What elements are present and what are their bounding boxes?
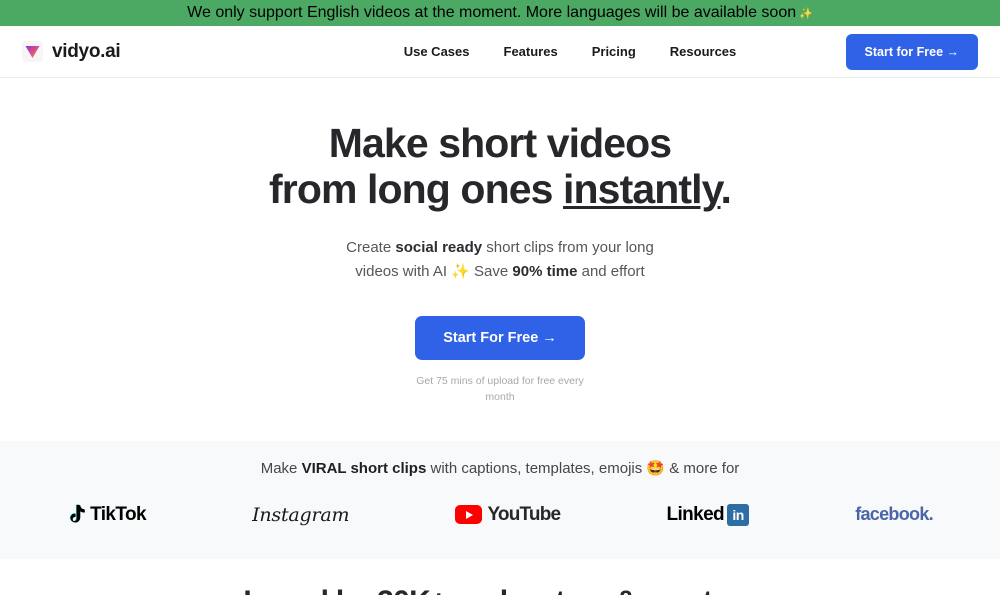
nav-item-pricing[interactable]: Pricing — [592, 44, 636, 59]
youtube-play-icon — [455, 505, 483, 525]
social-head-d: & more for — [665, 459, 740, 477]
linkedin-in-badge-icon: in — [727, 503, 750, 526]
hero-headline-line2-suffix: . — [720, 165, 731, 212]
brand-name: vidyo.ai — [52, 40, 121, 62]
hero-start-for-free-button[interactable]: Start For Free → — [415, 316, 585, 361]
hero-headline-line2-prefix: from long ones — [269, 165, 564, 212]
header-start-for-free-button[interactable]: Start for Free → — [845, 33, 978, 70]
brand-logo[interactable]: vidyo.ai — [22, 40, 121, 63]
hero-headline-emphasis: instantly — [563, 165, 721, 212]
social-head-bold: VIRAL short clips — [301, 459, 427, 477]
facebook-logo: facebook. — [855, 504, 933, 525]
social-headline: Make VIRAL short clips with captions, te… — [0, 459, 1000, 477]
tiktok-wordmark: TikTok — [90, 503, 146, 525]
sparkles-icon: ✨ — [799, 7, 813, 20]
announcement-banner: We only support English videos at the mo… — [0, 0, 1000, 26]
hero-headline: Make short videos from long ones instant… — [0, 120, 1000, 213]
hero-headline-line1: Make short videos — [328, 120, 672, 166]
hero-section: Make short videos from long ones instant… — [0, 78, 1000, 405]
announcement-text: We only support English videos at the mo… — [187, 4, 797, 21]
hero-sub-d: videos with AI — [355, 263, 452, 281]
hero-sub-bold-90-percent: 90% time — [512, 263, 578, 281]
youtube-wordmark: YouTube — [487, 503, 561, 525]
linkedin-wordmark: Linked — [666, 503, 725, 525]
facebook-wordmark: facebook. — [855, 504, 933, 525]
platform-logos-row: TikTok Instagram YouTube Linked in faceb… — [0, 503, 1000, 526]
hero-sub-f: and effort — [577, 263, 645, 281]
tiktok-note-icon — [69, 504, 85, 523]
instagram-logo: Instagram — [252, 504, 349, 526]
linkedin-logo: Linked in — [666, 503, 750, 526]
social-head-c: with captions, templates, emojis — [426, 459, 647, 477]
tiktok-logo: TikTok — [67, 503, 147, 526]
hero-sub-e: Save — [469, 263, 513, 281]
hero-free-upload-note: Get 75 mins of upload for free every mon… — [416, 375, 584, 403]
sparkles-icon: ✨ — [451, 263, 470, 281]
youtube-logo: YouTube — [455, 503, 561, 526]
hero-cta-container: Start For Free → Get 75 mins of upload f… — [0, 316, 1000, 404]
triangle-glyph — [25, 45, 40, 58]
vidyo-triangle-logo-icon — [22, 41, 43, 62]
loved-by-section: Loved by 30K+ podcasters & creators — [0, 558, 1000, 595]
loved-by-title: Loved by 30K+ podcasters & creators — [0, 585, 1000, 595]
nav-item-features[interactable]: Features — [504, 44, 558, 59]
hero-subtitle: Create social ready short clips from you… — [0, 236, 1000, 285]
nav-item-use-cases[interactable]: Use Cases — [404, 44, 470, 59]
nav-item-resources[interactable]: Resources — [670, 44, 736, 59]
instagram-wordmark: Instagram — [252, 503, 350, 526]
hero-sub-c: short clips from your long — [482, 238, 654, 256]
site-header: vidyo.ai Use Cases Features Pricing Reso… — [0, 26, 1000, 78]
social-platforms-section: Make VIRAL short clips with captions, te… — [0, 440, 1000, 559]
main-navigation: Use Cases Features Pricing Resources — [404, 44, 737, 59]
hero-sub-a: Create — [346, 238, 396, 256]
hero-sub-bold-social-ready: social ready — [395, 238, 483, 256]
social-head-a: Make — [260, 459, 302, 477]
star-struck-icon: 🤩 — [646, 459, 666, 477]
